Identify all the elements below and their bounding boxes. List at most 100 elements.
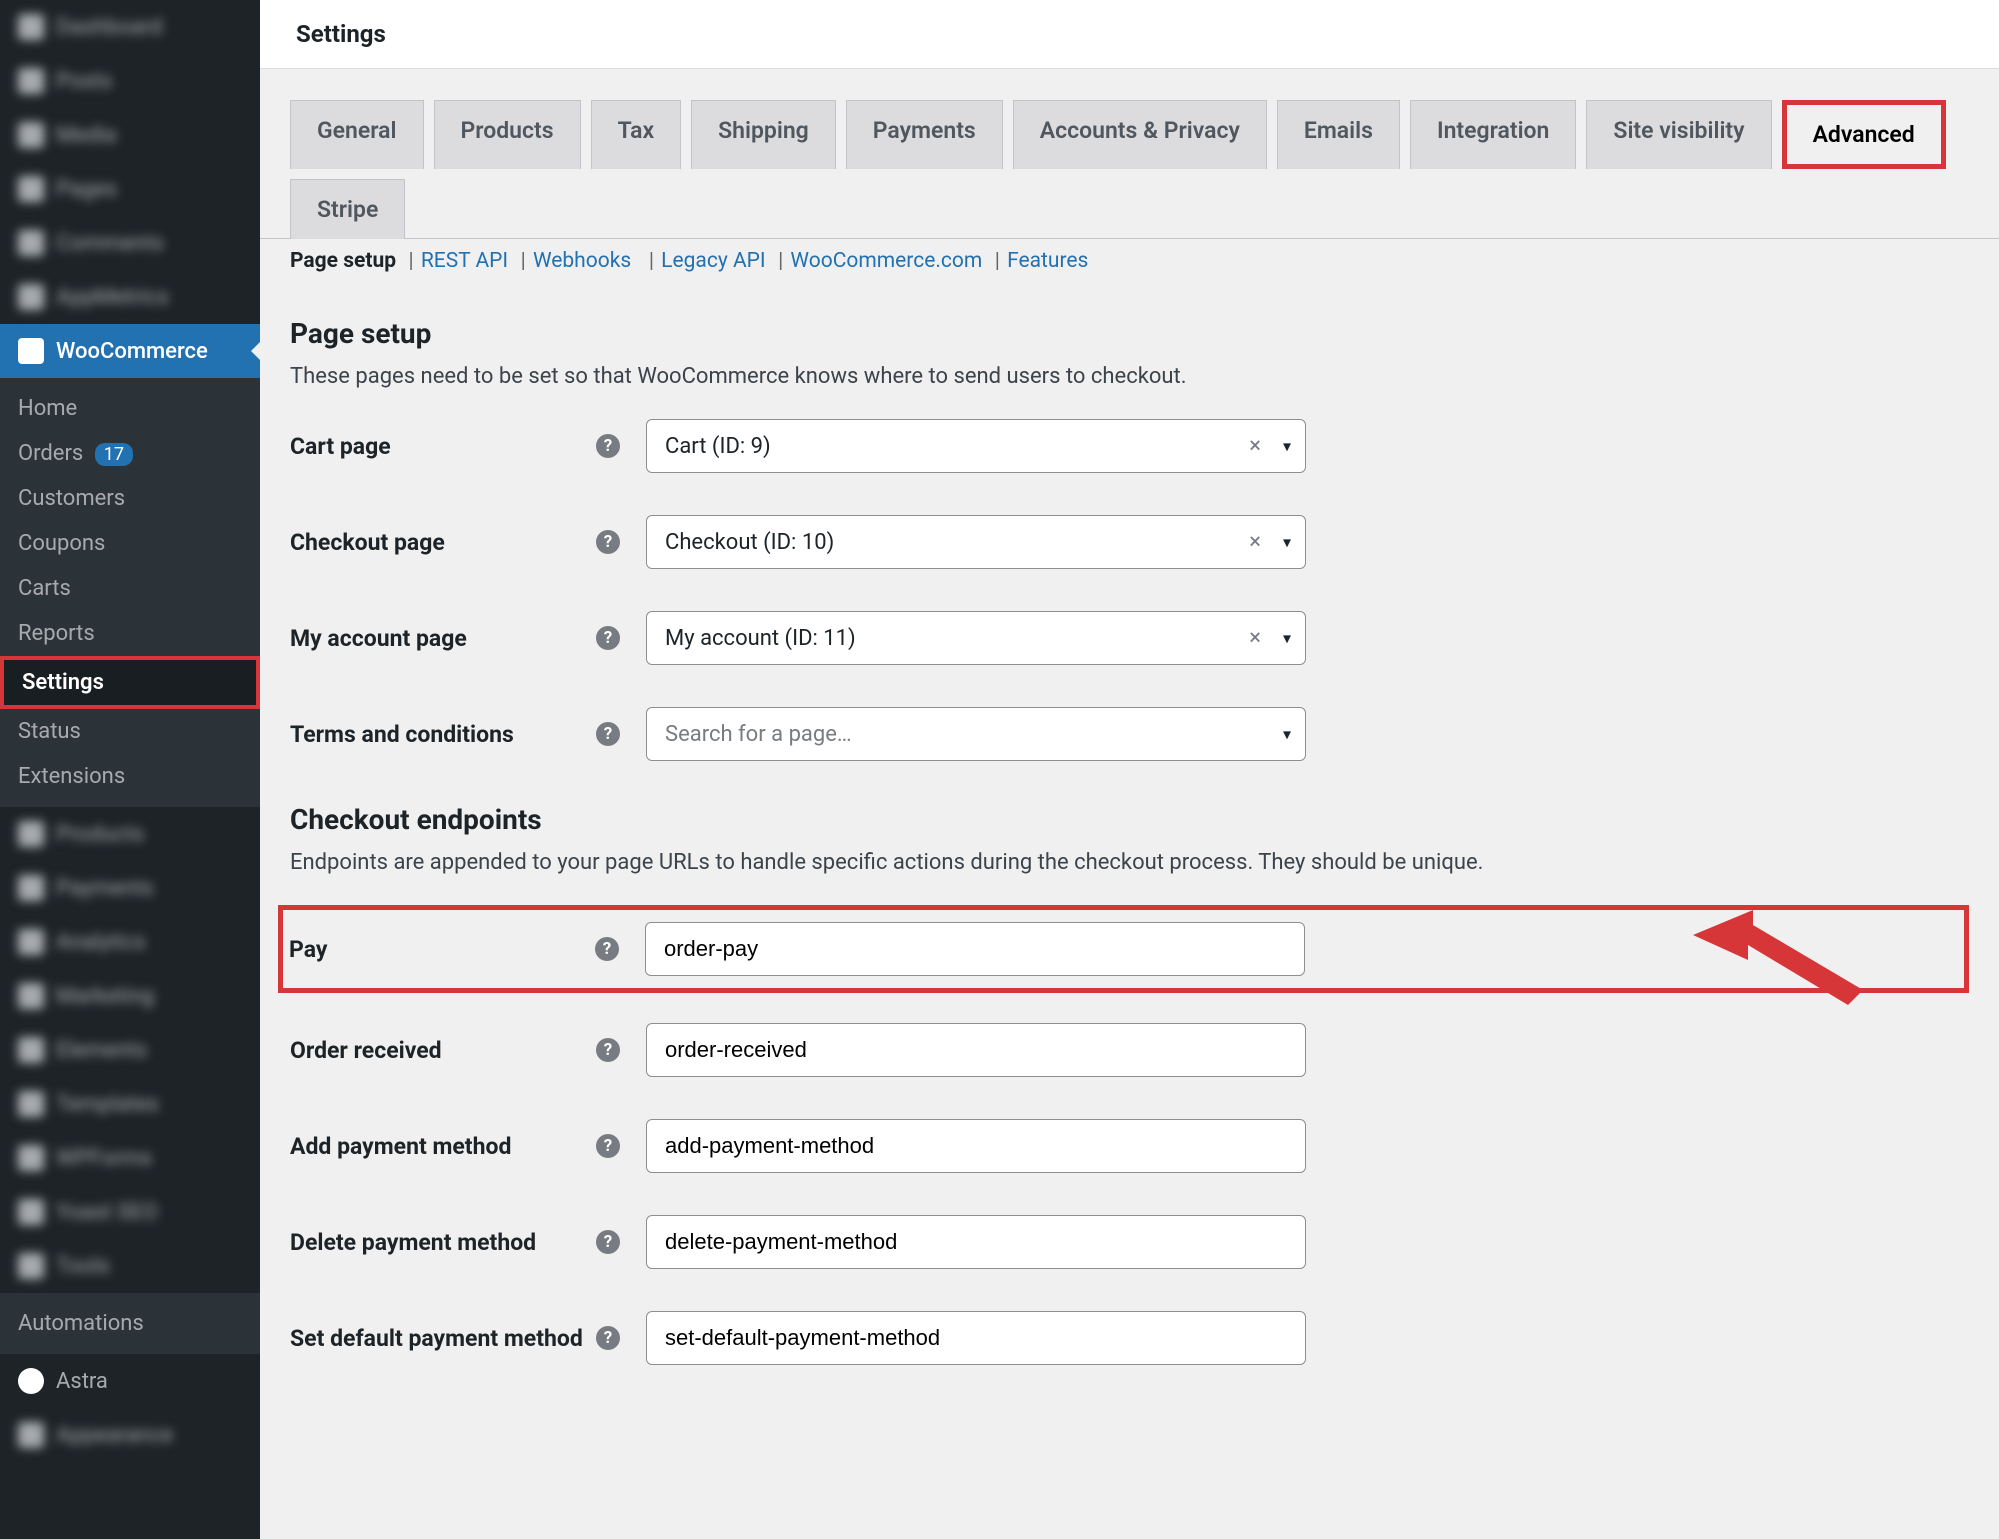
sidebar-label: WooCommerce: [56, 339, 208, 364]
sidebar-item-woocommerce[interactable]: WooCommerce: [0, 324, 260, 378]
clear-icon[interactable]: ×: [1249, 626, 1261, 651]
subnav-legacy-api[interactable]: Legacy API: [661, 249, 765, 273]
pages-icon: [18, 176, 44, 202]
section-heading-page-setup: Page setup: [290, 317, 1969, 350]
subnav-woocommerce-com[interactable]: WooCommerce.com: [790, 249, 982, 273]
select-cart-page[interactable]: Cart (ID: 9) × ▾: [646, 419, 1306, 473]
subnav-rest-api[interactable]: REST API: [421, 249, 508, 273]
tab-stripe[interactable]: Stripe: [290, 179, 405, 239]
subnav-webhooks[interactable]: Webhooks: [533, 249, 631, 273]
select-my-account-page[interactable]: My account (ID: 11) × ▾: [646, 611, 1306, 665]
generic-icon: [18, 1422, 44, 1448]
sidebar-submenu-woocommerce: Home Orders 17 Customers Coupons Carts R…: [0, 378, 260, 807]
tab-products[interactable]: Products: [434, 100, 581, 169]
help-icon[interactable]: ?: [596, 1326, 620, 1350]
sidebar-item-blur[interactable]: Payments: [0, 861, 260, 915]
generic-icon: [18, 1037, 44, 1063]
help-icon[interactable]: ?: [596, 1230, 620, 1254]
select-checkout-page[interactable]: Checkout (ID: 10) × ▾: [646, 515, 1306, 569]
sidebar-sub-automations-wrap: Automations: [0, 1293, 260, 1354]
generic-icon: [18, 929, 44, 955]
input-delete-payment-method[interactable]: [665, 1216, 1287, 1268]
tab-integration[interactable]: Integration: [1410, 100, 1576, 169]
sidebar-item-blur[interactable]: Yoast SEO: [0, 1185, 260, 1239]
page-title: Settings: [296, 20, 1963, 48]
sidebar-sub-reports[interactable]: Reports: [0, 611, 260, 656]
input-order-received[interactable]: [665, 1024, 1287, 1076]
input-add-payment-method[interactable]: [665, 1120, 1287, 1172]
dashboard-icon: [18, 14, 44, 40]
tab-accounts-privacy[interactable]: Accounts & Privacy: [1013, 100, 1267, 169]
sidebar-item-blur[interactable]: WPForms: [0, 1131, 260, 1185]
select-terms-conditions[interactable]: Search for a page… ▾: [646, 707, 1306, 761]
label-order-received: Order received: [290, 1037, 442, 1064]
sidebar-item-blur[interactable]: Templates: [0, 1077, 260, 1131]
generic-icon: [18, 821, 44, 847]
sidebar-sub-carts[interactable]: Carts: [0, 566, 260, 611]
sidebar-sub-orders[interactable]: Orders 17: [0, 431, 260, 476]
subnav-features[interactable]: Features: [1007, 249, 1088, 273]
input-set-default-payment-method[interactable]: [665, 1312, 1287, 1364]
sidebar-item-astra[interactable]: Astra: [0, 1354, 260, 1408]
tab-site-visibility[interactable]: Site visibility: [1586, 100, 1771, 169]
help-icon[interactable]: ?: [596, 626, 620, 650]
page-header: Settings: [260, 0, 1999, 69]
input-pay[interactable]: [664, 923, 1286, 975]
field-terms-conditions: Terms and conditions? Search for a page……: [290, 707, 1969, 761]
tab-emails[interactable]: Emails: [1277, 100, 1400, 169]
tab-advanced[interactable]: Advanced: [1782, 100, 1946, 169]
tab-payments[interactable]: Payments: [846, 100, 1003, 169]
chevron-down-icon: ▾: [1283, 629, 1291, 648]
sidebar-sub-status[interactable]: Status: [0, 709, 260, 754]
sidebar-label: Astra: [56, 1369, 108, 1394]
help-icon[interactable]: ?: [596, 722, 620, 746]
field-delete-payment-method: Delete payment method?: [290, 1215, 1969, 1269]
tab-shipping[interactable]: Shipping: [691, 100, 836, 169]
generic-icon: [18, 1145, 44, 1171]
input-add-payment-method-wrap: [646, 1119, 1306, 1173]
sidebar-sub-settings[interactable]: Settings: [0, 656, 260, 709]
chevron-down-icon: ▾: [1283, 533, 1291, 552]
sidebar-item-blur[interactable]: Elements: [0, 1023, 260, 1077]
woocommerce-icon: [18, 338, 44, 364]
sidebar-sub-home[interactable]: Home: [0, 386, 260, 431]
advanced-subnav: Page setup | REST API | Webhooks | Legac…: [260, 239, 1999, 273]
sidebar-sub-coupons[interactable]: Coupons: [0, 521, 260, 566]
settings-tabs: General Products Tax Shipping Payments A…: [260, 69, 1999, 239]
help-icon[interactable]: ?: [596, 530, 620, 554]
sidebar-item-blur[interactable]: Posts: [0, 54, 260, 108]
label-terms-conditions: Terms and conditions: [290, 721, 514, 748]
sidebar-sub-extensions[interactable]: Extensions: [0, 754, 260, 799]
sidebar-item-blur[interactable]: Analytics: [0, 915, 260, 969]
orders-count-badge: 17: [95, 443, 133, 466]
sidebar-item-blur[interactable]: Media: [0, 108, 260, 162]
sidebar-item-blur[interactable]: Tools: [0, 1239, 260, 1293]
label-add-payment-method: Add payment method: [290, 1133, 511, 1160]
sidebar-blur-group-top: Dashboard Posts Media Pages Comments App…: [0, 0, 260, 324]
sidebar-item-blur[interactable]: Dashboard: [0, 0, 260, 54]
help-icon[interactable]: ?: [596, 434, 620, 458]
tab-tax[interactable]: Tax: [591, 100, 682, 169]
sidebar-item-blur[interactable]: AppMetrics: [0, 270, 260, 324]
subnav-page-setup[interactable]: Page setup: [290, 249, 396, 273]
field-set-default-payment-method: Set default payment method?: [290, 1311, 1969, 1365]
posts-icon: [18, 68, 44, 94]
generic-icon: [18, 1199, 44, 1225]
field-cart-page: Cart page? Cart (ID: 9) × ▾: [290, 419, 1969, 473]
sidebar-sub-automations[interactable]: Automations: [0, 1301, 260, 1346]
sidebar-item-blur[interactable]: Pages: [0, 162, 260, 216]
label-delete-payment-method: Delete payment method: [290, 1229, 536, 1256]
clear-icon[interactable]: ×: [1249, 434, 1261, 459]
help-icon[interactable]: ?: [596, 1038, 620, 1062]
sidebar-item-blur[interactable]: Marketing: [0, 969, 260, 1023]
sidebar-item-blur[interactable]: Comments: [0, 216, 260, 270]
help-icon[interactable]: ?: [595, 937, 619, 961]
label-cart-page: Cart page: [290, 433, 391, 460]
help-icon[interactable]: ?: [596, 1134, 620, 1158]
sidebar-sub-customers[interactable]: Customers: [0, 476, 260, 521]
clear-icon[interactable]: ×: [1249, 530, 1261, 555]
generic-icon: [18, 983, 44, 1009]
tab-general[interactable]: General: [290, 100, 424, 169]
sidebar-item-blur[interactable]: Appearance: [0, 1408, 260, 1462]
sidebar-item-blur[interactable]: Products: [0, 807, 260, 861]
